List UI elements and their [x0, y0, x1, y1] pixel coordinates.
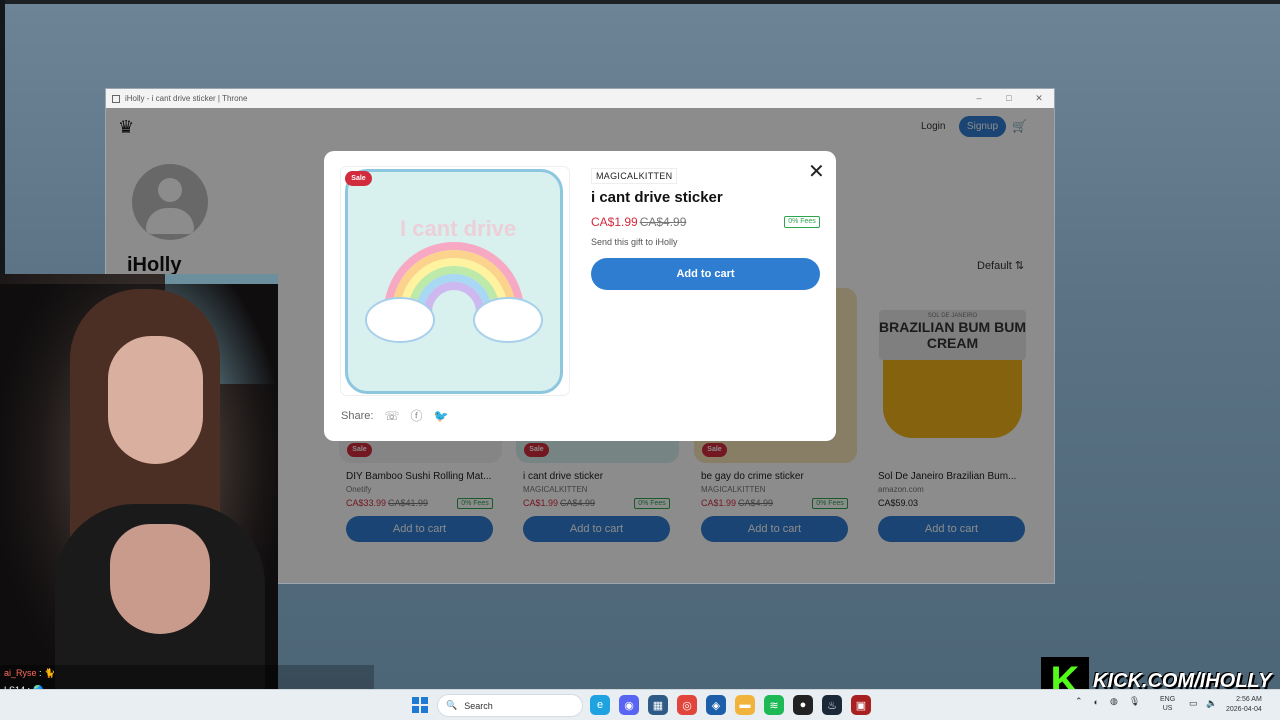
sticker-text: I cant drive — [400, 216, 517, 241]
window-title: iHolly - i cant drive sticker | Throne — [125, 94, 248, 103]
taskbar-apps: e ◉ ▦ ◎ ◈ ▬ ≋ ● ♨ ▣ — [590, 695, 880, 715]
modal-seller[interactable]: MAGICALKITTEN — [591, 168, 678, 184]
chat-text: 🐈 — [44, 668, 56, 678]
chat-message: ai_Ryse : 🐈 — [4, 668, 55, 679]
modal-image: I cant drive Sale — [341, 167, 569, 395]
streamer-face — [108, 336, 203, 464]
vpn-icon[interactable]: ◈ — [706, 695, 726, 715]
spotify-icon[interactable]: ≋ — [764, 695, 784, 715]
add-to-cart-button[interactable]: Add to cart — [591, 258, 820, 290]
price-current: CA$1.99 — [591, 215, 638, 229]
chat-user: ai_Ryse — [4, 668, 37, 678]
chrome-icon[interactable]: ◎ — [677, 695, 697, 715]
discord-icon[interactable]: ◉ — [619, 695, 639, 715]
taskbar: 🔍 Search e ◉ ▦ ◎ ◈ ▬ ≋ ● ♨ ▣ ⌃ ◐ ◍ 🎙 ENG… — [0, 689, 1280, 720]
system-tray: ⌃ ◐ ◍ 🎙 — [1075, 696, 1151, 707]
search-label: Search — [464, 700, 493, 711]
taskbar-clock[interactable]: 2:56 AM 2026-04-04 — [1226, 695, 1262, 715]
file-explorer-icon[interactable]: ▬ — [735, 695, 755, 715]
facebook-icon[interactable]: ⓕ — [410, 407, 422, 424]
volume-icon[interactable]: 🔈 — [1206, 698, 1217, 709]
game-icon[interactable]: ▣ — [851, 695, 871, 715]
clock-date: 2026-04-04 — [1226, 706, 1262, 713]
share-row: Share: ☏ ⓕ 🐦 — [341, 407, 448, 424]
language-indicator[interactable]: ENG US — [1160, 695, 1175, 713]
page-icon — [112, 94, 120, 103]
top-strip — [0, 0, 1280, 4]
price-old: CA$4.99 — [639, 215, 687, 229]
store-icon[interactable]: ▦ — [648, 695, 668, 715]
language-code: ENG — [1160, 696, 1176, 703]
microphone-icon[interactable]: 🎙 — [1129, 696, 1140, 707]
webcam-overlay — [0, 274, 278, 706]
share-label: Share: — [341, 409, 374, 422]
whatsapp-icon[interactable]: ☏ — [384, 409, 399, 423]
network-icon[interactable]: ▭ — [1189, 698, 1198, 709]
sticker-image: I cant drive — [345, 169, 563, 394]
chat-separator: : — [36, 668, 45, 678]
tray-app-icon[interactable]: ◐ — [1094, 697, 1099, 707]
close-window-button[interactable]: ✕ — [1024, 93, 1054, 104]
twitter-icon[interactable]: 🐦 — [433, 409, 448, 423]
clock-time: 2:56 AM — [1236, 696, 1262, 703]
region-code: US — [1162, 705, 1173, 712]
obs-icon[interactable]: ● — [793, 695, 813, 715]
window-titlebar: iHolly - i cant drive sticker | Throne –… — [106, 89, 1054, 108]
streamer-chest — [110, 524, 210, 634]
gift-recipient-text: Send this gift to iHolly — [591, 237, 678, 247]
windows-start-icon[interactable] — [412, 697, 428, 713]
minimize-button[interactable]: – — [964, 93, 994, 104]
tray-overflow-icon[interactable]: ⌃ — [1075, 696, 1083, 707]
search-icon: 🔍 — [446, 700, 458, 710]
steam-icon[interactable]: ♨ — [822, 695, 842, 715]
product-modal: I cant drive Sale ✕ MAGICALKITTEN i cant… — [324, 151, 836, 441]
close-icon[interactable]: ✕ — [808, 159, 825, 184]
fees-badge: 0% Fees — [784, 216, 820, 228]
edge-icon[interactable]: e — [590, 695, 610, 715]
rainbow-graphic — [365, 242, 543, 343]
sale-badge: Sale — [345, 171, 372, 186]
taskbar-search[interactable]: 🔍 Search — [437, 694, 583, 717]
maximize-button[interactable]: □ — [994, 93, 1024, 104]
modal-title: i cant drive sticker — [591, 189, 723, 206]
tray-app-icon[interactable]: ◍ — [1110, 696, 1118, 707]
modal-price: CA$1.99 CA$4.99 — [591, 215, 686, 229]
